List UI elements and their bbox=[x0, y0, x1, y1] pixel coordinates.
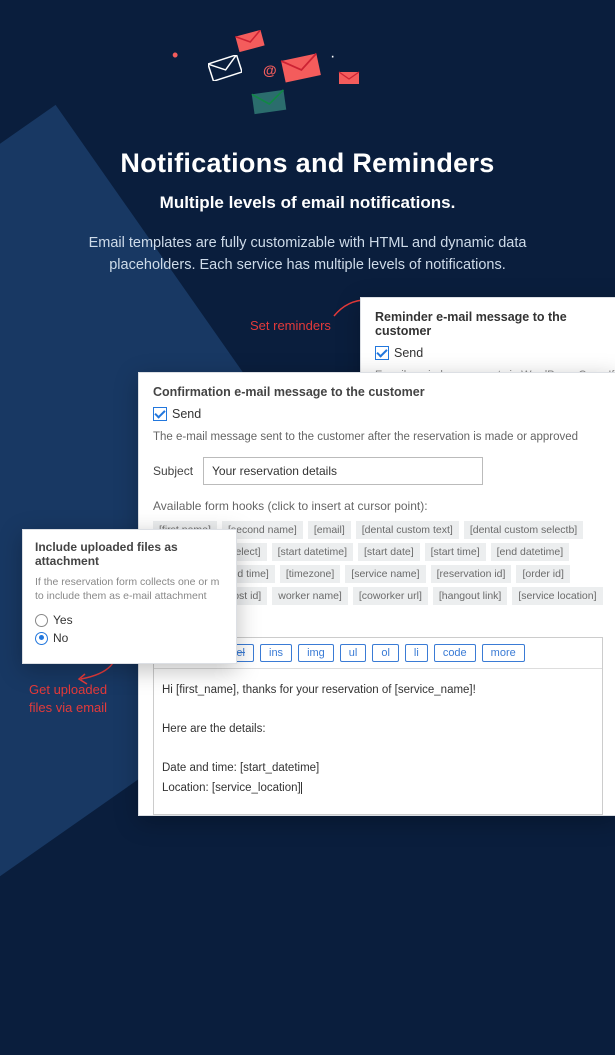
page-title: Notifications and Reminders bbox=[0, 148, 615, 179]
hero-mail-icons: @ • · bbox=[170, 30, 430, 140]
callout-uploads: Get uploaded files via email bbox=[29, 681, 107, 716]
subject-label: Subject bbox=[153, 464, 193, 478]
editor-body[interactable]: Hi [first_name], thanks for your reserva… bbox=[154, 669, 602, 814]
hook-tag[interactable]: worker name] bbox=[272, 587, 348, 605]
confirmation-subtext: The e-mail message sent to the customer … bbox=[153, 431, 603, 443]
editor-ins-button[interactable]: ins bbox=[260, 644, 292, 662]
editor-code-button[interactable]: code bbox=[434, 644, 476, 662]
radio-icon bbox=[35, 614, 48, 627]
hook-tag[interactable]: [start datetime] bbox=[272, 543, 353, 561]
reminder-send-checkbox[interactable]: Send bbox=[375, 346, 615, 360]
confirmation-send-checkbox[interactable]: Send bbox=[153, 407, 603, 421]
hook-tag[interactable]: [email] bbox=[308, 521, 351, 539]
radio-label: No bbox=[53, 631, 68, 645]
subject-input[interactable] bbox=[203, 457, 483, 485]
attachment-note: If the reservation form collects one or … bbox=[35, 575, 224, 603]
hook-tag[interactable]: [timezone] bbox=[280, 565, 340, 583]
hook-tag[interactable]: [end datetime] bbox=[491, 543, 570, 561]
hook-tag[interactable]: [hangout link] bbox=[433, 587, 507, 605]
attachment-title: Include uploaded files as attachment bbox=[35, 540, 224, 568]
checkbox-label: Send bbox=[394, 346, 423, 360]
editor-img-button[interactable]: img bbox=[298, 644, 334, 662]
checkbox-icon bbox=[153, 407, 167, 421]
radio-label: Yes bbox=[53, 613, 73, 627]
hook-tag[interactable]: [start time] bbox=[425, 543, 486, 561]
hook-tag[interactable]: [reservation id] bbox=[431, 565, 512, 583]
attachment-card: Include uploaded files as attachment If … bbox=[22, 529, 237, 664]
hook-tag[interactable]: [service name] bbox=[345, 565, 425, 583]
editor-li-button[interactable]: li bbox=[405, 644, 428, 662]
confirmation-title: Confirmation e-mail message to the custo… bbox=[153, 385, 603, 399]
hook-tag[interactable]: [coworker url] bbox=[353, 587, 428, 605]
attachment-yes-radio[interactable]: Yes bbox=[35, 613, 224, 627]
reminder-title: Reminder e-mail message to the customer bbox=[375, 310, 615, 338]
editor-more-button[interactable]: more bbox=[482, 644, 525, 662]
hooks-label: Available form hooks (click to insert at… bbox=[153, 499, 603, 513]
hook-tag[interactable]: [service location] bbox=[512, 587, 602, 605]
page-desc: Email templates are fully customizable w… bbox=[0, 232, 615, 277]
attachment-no-radio[interactable]: No bbox=[35, 631, 224, 645]
editor-ol-button[interactable]: ol bbox=[372, 644, 399, 662]
callout-reminders: Set reminders bbox=[250, 318, 331, 333]
radio-icon bbox=[35, 632, 48, 645]
checkbox-label: Send bbox=[172, 407, 201, 421]
hook-tag[interactable]: [order id] bbox=[516, 565, 569, 583]
hook-tag[interactable]: [start date] bbox=[358, 543, 420, 561]
page-subtitle: Multiple levels of email notifications. bbox=[0, 193, 615, 213]
hook-tag[interactable]: [dental custom selectb] bbox=[464, 521, 583, 539]
editor-ul-button[interactable]: ul bbox=[340, 644, 367, 662]
hook-tag[interactable]: [dental custom text] bbox=[356, 521, 459, 539]
checkbox-icon bbox=[375, 346, 389, 360]
